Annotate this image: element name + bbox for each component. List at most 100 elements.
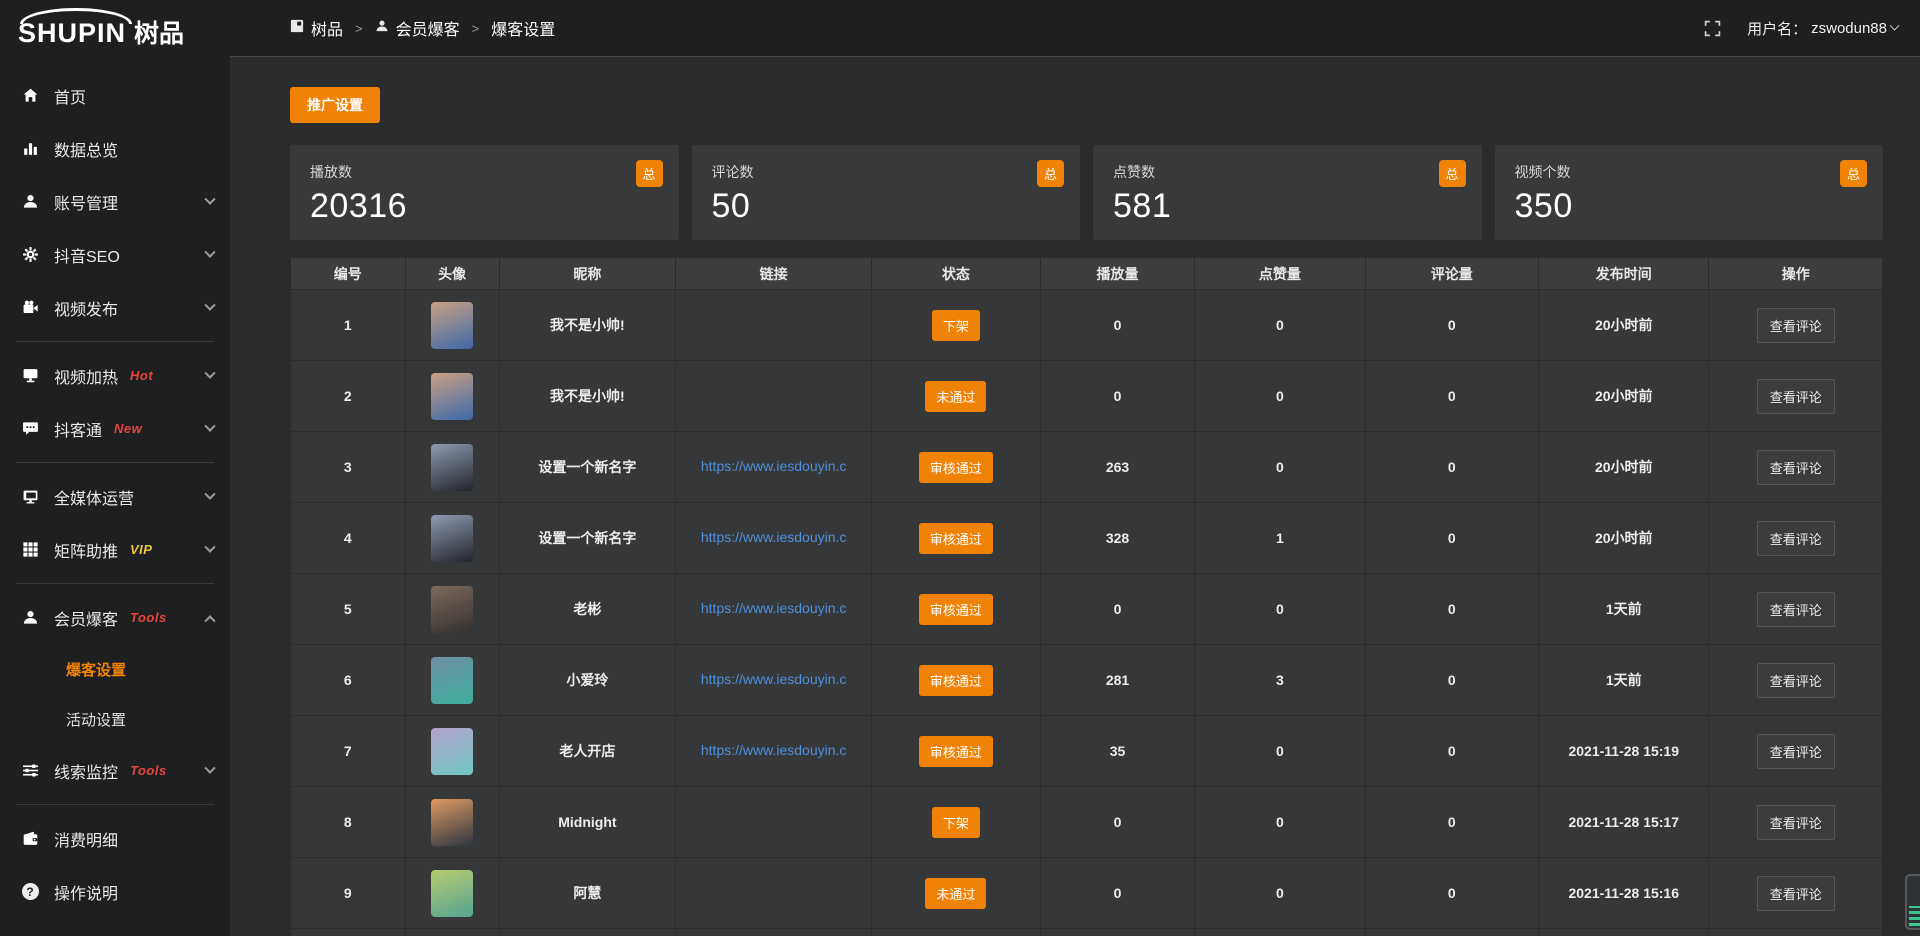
col-header-actions: 操作 bbox=[1709, 258, 1883, 290]
sidebar-item-account-management[interactable]: 账号管理 bbox=[0, 175, 230, 228]
sidebar-subitem-activity-settings[interactable]: 活动设置 bbox=[0, 694, 230, 744]
view-comments-button[interactable]: 查看评论 bbox=[1757, 450, 1835, 485]
row-publish-time: 1天前 bbox=[1539, 574, 1709, 645]
row-action-cell: 查看评论 bbox=[1709, 645, 1883, 716]
row-id bbox=[291, 929, 406, 936]
stat-value: 581 bbox=[1113, 187, 1462, 226]
status-button[interactable]: 下架 bbox=[932, 310, 980, 341]
sidebar-item-member-baoke[interactable]: 会员爆客 Tools bbox=[0, 591, 230, 644]
sidebar-divider bbox=[16, 804, 214, 805]
row-id: 2 bbox=[291, 361, 406, 432]
fullscreen-icon[interactable] bbox=[1704, 20, 1721, 37]
row-likes: 3 bbox=[1195, 645, 1365, 716]
avatar[interactable] bbox=[431, 870, 473, 917]
promotion-settings-button[interactable]: 推广设置 bbox=[290, 87, 380, 123]
user-menu[interactable]: 用户名： zswodun88 bbox=[1747, 18, 1898, 39]
sidebar-item-label: 首页 bbox=[54, 84, 86, 108]
status-button[interactable]: 审核通过 bbox=[919, 594, 993, 625]
row-publish-time bbox=[1539, 929, 1709, 936]
logo-text-en: SHUPIN bbox=[18, 20, 126, 47]
status-button[interactable]: 下架 bbox=[932, 807, 980, 838]
app-window: SHUPIN 树品 首页 数据总览 账号管理 抖音SEO bbox=[0, 0, 1920, 936]
status-button[interactable]: 审核通过 bbox=[919, 452, 993, 483]
new-badge: New bbox=[114, 421, 142, 436]
total-badge: 总 bbox=[1037, 160, 1064, 187]
status-button[interactable]: 审核通过 bbox=[919, 523, 993, 554]
sidebar-item-video-publish[interactable]: 视频发布 bbox=[0, 281, 230, 334]
sidebar-item-data-overview[interactable]: 数据总览 bbox=[0, 122, 230, 175]
avatar[interactable] bbox=[431, 444, 473, 491]
view-comments-button[interactable]: 查看评论 bbox=[1757, 805, 1835, 840]
sidebar-subitem-baoke-settings[interactable]: 爆客设置 bbox=[0, 644, 230, 694]
main-content: 推广设置 播放数 20316 总 评论数 50 总 点赞数 581 总 视频个数… bbox=[230, 57, 1920, 936]
stat-value: 20316 bbox=[310, 187, 659, 226]
row-link[interactable]: https://www.iesdouyin.c bbox=[701, 458, 847, 474]
status-button[interactable]: 未通过 bbox=[925, 381, 986, 412]
sidebar-item-label: 视频加热 bbox=[54, 364, 118, 388]
sidebar-item-consumption-details[interactable]: 消费明细 bbox=[0, 812, 230, 865]
sidebar-item-label: 抖客通 bbox=[54, 417, 102, 441]
row-link-cell: https://www.iesdouyin.c bbox=[676, 574, 872, 645]
col-header-link: 链接 bbox=[676, 258, 872, 290]
table-row: 8 Midnight 下架 0 0 0 2021-11-28 15:17 查看评… bbox=[291, 787, 1883, 858]
row-nickname: 阿慧 bbox=[499, 858, 676, 929]
row-publish-time: 2021-11-28 15:16 bbox=[1539, 858, 1709, 929]
sidebar-item-douyin-seo[interactable]: 抖音SEO bbox=[0, 228, 230, 281]
breadcrumb-item-shupin[interactable]: 树品 bbox=[290, 16, 343, 40]
sidebar-item-matrix-boost[interactable]: 矩阵助推 VIP bbox=[0, 523, 230, 576]
row-link[interactable]: https://www.iesdouyin.c bbox=[701, 529, 847, 545]
stat-cards: 播放数 20316 总 评论数 50 总 点赞数 581 总 视频个数 350 … bbox=[290, 145, 1883, 240]
sidebar-item-doukeTong[interactable]: 抖客通 New bbox=[0, 402, 230, 455]
view-comments-button[interactable]: 查看评论 bbox=[1757, 876, 1835, 911]
row-comments: 0 bbox=[1365, 858, 1539, 929]
view-comments-button[interactable]: 查看评论 bbox=[1757, 734, 1835, 769]
view-comments-button[interactable]: 查看评论 bbox=[1757, 663, 1835, 698]
sidebar-item-home[interactable]: 首页 bbox=[0, 69, 230, 122]
avatar[interactable] bbox=[431, 373, 473, 420]
view-comments-button[interactable]: 查看评论 bbox=[1757, 308, 1835, 343]
avatar[interactable] bbox=[431, 302, 473, 349]
row-plays: 0 bbox=[1040, 787, 1194, 858]
row-link[interactable]: https://www.iesdouyin.c bbox=[701, 671, 847, 687]
row-plays: 0 bbox=[1040, 361, 1194, 432]
row-link-cell bbox=[676, 361, 872, 432]
sidebar-nav: 首页 数据总览 账号管理 抖音SEO 视频发布 bbox=[0, 57, 230, 918]
sidebar-item-label: 账号管理 bbox=[54, 190, 118, 214]
view-comments-button[interactable]: 查看评论 bbox=[1757, 592, 1835, 627]
floating-widget[interactable] bbox=[1905, 874, 1920, 930]
view-comments-button[interactable]: 查看评论 bbox=[1757, 379, 1835, 414]
status-button[interactable]: 未通过 bbox=[925, 878, 986, 909]
sidebar-item-label: 会员爆客 bbox=[54, 606, 118, 630]
avatar[interactable] bbox=[431, 515, 473, 562]
row-link-cell bbox=[676, 290, 872, 361]
row-link[interactable]: https://www.iesdouyin.c bbox=[701, 600, 847, 616]
row-comments: 0 bbox=[1365, 574, 1539, 645]
chevron-down-icon bbox=[204, 193, 215, 204]
col-header-avatar: 头像 bbox=[405, 258, 499, 290]
video-table: 编号 头像 昵称 链接 状态 播放量 点赞量 评论量 发布时间 操作 1 我不是… bbox=[290, 257, 1883, 936]
breadcrumb-item-baoke-settings[interactable]: 爆客设置 bbox=[491, 16, 555, 40]
sidebar-item-video-heating[interactable]: 视频加热 Hot bbox=[0, 349, 230, 402]
username-value: zswodun88 bbox=[1811, 20, 1887, 37]
sidebar-item-lead-monitoring[interactable]: 线索监控 Tools bbox=[0, 744, 230, 797]
status-button[interactable]: 审核通过 bbox=[919, 736, 993, 767]
breadcrumb-item-member-baoke[interactable]: 会员爆客 bbox=[375, 16, 460, 40]
avatar[interactable] bbox=[431, 728, 473, 775]
sidebar-item-label: 数据总览 bbox=[54, 137, 118, 161]
status-button[interactable]: 审核通过 bbox=[919, 665, 993, 696]
bar-chart-icon bbox=[20, 140, 40, 157]
avatar[interactable] bbox=[431, 657, 473, 704]
view-comments-button[interactable]: 查看评论 bbox=[1757, 521, 1835, 556]
avatar[interactable] bbox=[431, 586, 473, 633]
row-status-cell: 未通过 bbox=[872, 361, 1041, 432]
sidebar-item-operation-guide[interactable]: ? 操作说明 bbox=[0, 865, 230, 918]
avatar[interactable] bbox=[431, 799, 473, 846]
row-link[interactable]: https://www.iesdouyin.c bbox=[701, 742, 847, 758]
app-logo[interactable]: SHUPIN 树品 bbox=[18, 10, 184, 47]
row-link-cell: https://www.iesdouyin.c bbox=[676, 503, 872, 574]
table-row: 9 阿慧 未通过 0 0 0 2021-11-28 15:16 查看评论 bbox=[291, 858, 1883, 929]
row-comments: 0 bbox=[1365, 361, 1539, 432]
sidebar-item-omnimedia-operation[interactable]: 全媒体运营 bbox=[0, 470, 230, 523]
video-camera-icon bbox=[20, 299, 40, 316]
row-action-cell: 查看评论 bbox=[1709, 361, 1883, 432]
